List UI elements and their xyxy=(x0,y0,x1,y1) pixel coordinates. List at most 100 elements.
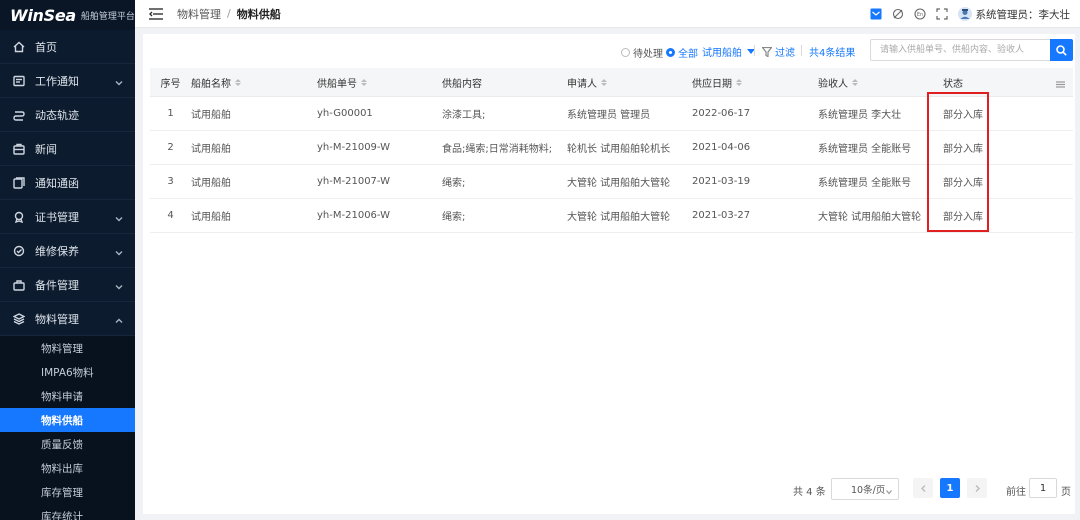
column-header-2[interactable]: 供船单号 xyxy=(317,75,442,90)
sidebar-item-5[interactable]: 证书管理 xyxy=(0,200,135,234)
mail-icon[interactable] xyxy=(870,8,882,20)
menu-toggle-icon[interactable] xyxy=(149,7,163,20)
home-icon xyxy=(12,40,26,54)
column-header-label: 供船内容 xyxy=(442,78,482,90)
sidebar-item-2[interactable]: 动态轨迹 xyxy=(0,98,135,132)
table-row[interactable]: 4 试用船舶 yh-M-21006-W 绳索; 大管轮 试用船舶大管轮 2021-03-2… xyxy=(150,199,1073,233)
cell-no: 2 xyxy=(167,142,174,153)
column-header-label: 供应日期 xyxy=(692,78,732,90)
chevron-down-icon xyxy=(115,212,123,222)
sidebar-item-label: 新闻 xyxy=(35,142,57,156)
maintenance-icon xyxy=(12,244,26,258)
sidebar-item-3[interactable]: 新闻 xyxy=(0,132,135,166)
next-page-button[interactable] xyxy=(967,478,987,498)
radio-all[interactable]: 全部 xyxy=(666,45,698,60)
notice-icon xyxy=(12,74,26,88)
news-icon xyxy=(12,142,26,156)
mute-icon[interactable] xyxy=(892,8,904,20)
cell-ship: 试用船舶 xyxy=(191,212,231,223)
page-size-select[interactable]: 10条/页 xyxy=(831,478,899,500)
fullscreen-icon[interactable] xyxy=(935,8,948,20)
goto-page-input[interactable] xyxy=(1029,478,1057,498)
breadcrumb: 物料管理 / 物料供船 xyxy=(177,6,281,22)
search-button[interactable] xyxy=(1050,39,1073,61)
cell-date: 2021-03-27 xyxy=(692,210,751,221)
table-row[interactable]: 1 试用船舶 yh-G00001 涂漆工具; 系统管理员 管理员 2022-06-17 系统… xyxy=(150,97,1073,131)
cell-no: 3 xyxy=(167,176,174,187)
submenu-item-0[interactable]: 物料管理 xyxy=(0,336,135,360)
table-row[interactable]: 2 试用船舶 yh-M-21009-W 食品;绳索;日常消耗物料; 轮机长 试用船舶轮机… xyxy=(150,131,1073,165)
chevron-down-icon xyxy=(115,76,123,86)
cell-order: yh-M-21009-W xyxy=(317,142,391,153)
page-number-current[interactable]: 1 xyxy=(940,478,960,498)
search-input[interactable] xyxy=(870,39,1050,61)
column-header-3: 供船内容 xyxy=(442,75,567,90)
chevron-left-icon xyxy=(920,484,925,492)
sidebar-item-0[interactable]: 首页 xyxy=(0,30,135,64)
sidebar-item-4[interactable]: 通知通函 xyxy=(0,166,135,200)
radio-all-label: 全部 xyxy=(678,49,698,60)
sidebar-item-8[interactable]: 物料管理 xyxy=(0,302,135,336)
sidebar-item-label: 维修保养 xyxy=(35,244,79,258)
submenu-item-3[interactable]: 物料供船 xyxy=(0,408,135,432)
submenu-item-5[interactable]: 物料出库 xyxy=(0,456,135,480)
certificate-icon xyxy=(12,210,26,224)
sidebar-menu: 首页 工作通知 动态轨迹 新闻 通知通函 证书管理 维修保养 备件管理 物料管理 物料管理 IMPA… xyxy=(0,30,135,520)
cell-date: 2022-06-17 xyxy=(692,108,751,119)
column-header-6[interactable]: 验收人 xyxy=(818,75,943,90)
sidebar-item-6[interactable]: 维修保养 xyxy=(0,234,135,268)
table-row[interactable]: 3 试用船舶 yh-M-21007-W 绳索; 大管轮 试用船舶大管轮 2021-03-1… xyxy=(150,165,1073,199)
submenu-item-2[interactable]: 物料申请 xyxy=(0,384,135,408)
submenu-item-4[interactable]: 质量反馈 xyxy=(0,432,135,456)
avatar[interactable] xyxy=(957,7,972,21)
cell-order: yh-M-21006-W xyxy=(317,210,391,221)
column-header-0: 序号 xyxy=(150,75,191,90)
sort-icon[interactable] xyxy=(235,78,241,86)
brand: WinSea 船舶管理平台 xyxy=(0,0,135,30)
cell-order: yh-M-21007-W xyxy=(317,176,391,187)
sort-icon[interactable] xyxy=(601,78,607,86)
ship-select[interactable]: 试用船舶 xyxy=(702,44,755,59)
user-name[interactable]: 系统管理员：李大壮 xyxy=(976,7,1071,22)
filter-icon xyxy=(762,46,772,57)
sidebar-item-label: 备件管理 xyxy=(35,278,79,292)
radio-pending[interactable]: 待处理 xyxy=(621,45,663,60)
column-header-label: 申请人 xyxy=(567,78,597,90)
sidebar-item-7[interactable]: 备件管理 xyxy=(0,268,135,302)
radio-all-dot[interactable] xyxy=(666,48,675,57)
column-header-5[interactable]: 供应日期 xyxy=(692,75,818,90)
cell-applicant: 大管轮 试用船舶大管轮 xyxy=(567,178,671,189)
sort-icon[interactable] xyxy=(852,78,858,86)
sort-icon[interactable] xyxy=(736,78,742,86)
radio-pending-label: 待处理 xyxy=(633,49,663,60)
prev-page-button[interactable] xyxy=(913,478,933,498)
table-body: 1 试用船舶 yh-G00001 涂漆工具; 系统管理员 管理员 2022-06-17 系统… xyxy=(150,97,1073,233)
breadcrumb-current: 物料供船 xyxy=(236,7,281,21)
filter-button[interactable]: 过滤 xyxy=(762,44,795,59)
submenu-item-1[interactable]: IMPA6物料 xyxy=(0,360,135,384)
ship-select-value: 试用船舶 xyxy=(702,48,742,59)
sort-icon[interactable] xyxy=(361,78,367,86)
cell-content: 绳索; xyxy=(442,178,466,189)
brand-subtitle: 船舶管理平台 xyxy=(80,11,135,22)
sidebar-item-label: 物料管理 xyxy=(35,312,79,326)
cell-content: 食品;绳索;日常消耗物料; xyxy=(442,144,553,155)
radio-pending-dot[interactable] xyxy=(621,48,630,57)
cell-applicant: 大管轮 试用船舶大管轮 xyxy=(567,212,671,223)
filter-label: 过滤 xyxy=(775,48,795,59)
cell-receiver: 大管轮 试用船舶大管轮 xyxy=(818,212,922,223)
column-header-4[interactable]: 申请人 xyxy=(567,75,692,90)
language-icon[interactable]: En xyxy=(913,8,926,20)
divider xyxy=(754,45,755,56)
breadcrumb-parent[interactable]: 物料管理 xyxy=(177,6,221,22)
table-header: 序号 船舶名称 供船单号 供船内容 申请人 供应日期 验收人 状态 xyxy=(150,68,1073,97)
column-header-label: 状态 xyxy=(943,78,963,90)
submenu-item-7[interactable]: 库存统计 xyxy=(0,504,135,520)
main-panel: 待处理 全部 试用船舶 过滤 共4条结果 序号船舶名称 供船单号 供船内容 申请人 供应… xyxy=(143,34,1075,514)
sidebar-item-1[interactable]: 工作通知 xyxy=(0,64,135,98)
divider xyxy=(801,45,802,56)
column-header-1[interactable]: 船舶名称 xyxy=(191,75,317,90)
page-suffix: 页 xyxy=(1061,487,1071,498)
column-settings-icon[interactable] xyxy=(1056,78,1065,88)
pagination: 共 4 条 10条/页 1 前往 页 xyxy=(0,478,1080,500)
